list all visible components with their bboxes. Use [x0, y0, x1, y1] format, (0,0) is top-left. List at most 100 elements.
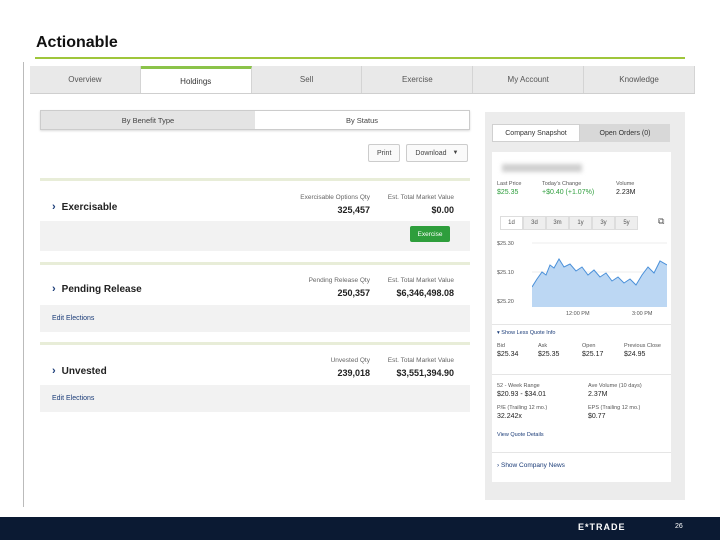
- tab-overview[interactable]: Overview: [30, 66, 141, 93]
- pending-qty: 250,357: [337, 288, 370, 298]
- pending-toggle[interactable]: › Pending Release: [52, 283, 142, 295]
- y-tick-high: $25.30: [497, 241, 514, 247]
- previous-close-label: Previous Close: [624, 343, 661, 349]
- print-button[interactable]: Print: [368, 144, 401, 162]
- ask-label: Ask: [538, 343, 548, 349]
- week-range-label: 52 - Week Range: [497, 383, 540, 389]
- bid-label: Bid: [497, 343, 505, 349]
- previous-close: $24.95: [624, 351, 646, 358]
- last-price: $25.35: [497, 189, 519, 196]
- app-frame: Overview Holdings Sell Exercise My Accou…: [30, 66, 695, 506]
- exercisable-mv: $0.00: [431, 205, 454, 215]
- exercisable-title: Exercisable: [61, 201, 118, 213]
- pending-release-card: › Pending Release Pending Release Qty 250…: [40, 262, 470, 332]
- range-3y[interactable]: 3y: [592, 216, 615, 230]
- download-button[interactable]: Download ▼: [406, 144, 468, 162]
- exercisable-actions: Exercise: [40, 221, 470, 251]
- company-news-label: Show Company News: [500, 462, 565, 469]
- show-company-news-link[interactable]: › Show Company News: [497, 462, 565, 469]
- chevron-right-icon: ›: [52, 365, 56, 377]
- tab-holdings[interactable]: Holdings: [140, 66, 252, 93]
- pending-qty-label: Pending Release Qty: [308, 277, 370, 284]
- range-1y[interactable]: 1y: [569, 216, 592, 230]
- range-selector: 1d 3d 3m 1y 3y 5y: [500, 216, 638, 230]
- slide-title: Actionable: [36, 34, 118, 51]
- pe-label: P/E (Trailing 12 mo.): [497, 405, 548, 411]
- exercisable-qty: 325,457: [337, 205, 370, 215]
- snapshot-sidebar: Company Snapshot Open Orders (0) Last Pr…: [485, 112, 685, 500]
- range-3d[interactable]: 3d: [523, 216, 546, 230]
- snapshot-panel: Last Price $25.35 Today's Change +$0.40 …: [492, 152, 671, 482]
- pe-ratio: 32.242x: [497, 413, 522, 420]
- tab-open-orders[interactable]: Open Orders (0): [580, 124, 670, 142]
- y-tick-low: $25.20: [497, 299, 514, 305]
- unvested-mv-label: Est. Total Market Value: [387, 357, 454, 364]
- open: $25.17: [582, 351, 604, 358]
- range-3m[interactable]: 3m: [546, 216, 569, 230]
- divider: [492, 374, 671, 375]
- week-range: $20.93 - $34.01: [497, 391, 547, 398]
- etrade-logo: E*TRADE: [578, 522, 626, 532]
- exercisable-card: › Exercisable Exercisable Options Qty 325…: [40, 178, 470, 251]
- holdings-panel: By Benefit Type By Status Print Download…: [40, 110, 470, 412]
- page-number: 26: [675, 523, 683, 530]
- tab-company-snapshot[interactable]: Company Snapshot: [492, 124, 580, 142]
- show-less-label: Show Less Quote Info: [501, 330, 556, 336]
- x-tick-3pm: 3:00 PM: [632, 311, 653, 317]
- pending-actions: Edit Elections: [40, 305, 470, 332]
- volume-label: Volume: [616, 181, 635, 187]
- pending-mv: $6,346,498.08: [396, 288, 454, 298]
- range-5y[interactable]: 5y: [615, 216, 638, 230]
- edit-elections-link[interactable]: Edit Elections: [52, 315, 94, 322]
- volume: 2.23M: [616, 189, 636, 196]
- chevron-right-icon: ›: [52, 283, 56, 295]
- exercisable-mv-label: Est. Total Market Value: [387, 194, 454, 201]
- divider: [492, 452, 671, 453]
- tab-exercise[interactable]: Exercise: [362, 66, 474, 93]
- view-toggle: By Benefit Type By Status: [40, 110, 470, 130]
- left-divider: [23, 62, 24, 507]
- bid: $25.34: [497, 351, 519, 358]
- unvested-actions: Edit Elections: [40, 385, 470, 412]
- title-divider: [35, 57, 685, 59]
- unvested-qty: 239,018: [337, 368, 370, 378]
- tab-sell[interactable]: Sell: [252, 66, 363, 93]
- todays-change: +$0.40 (+1.07%): [542, 189, 595, 196]
- top-navigation: Overview Holdings Sell Exercise My Accou…: [30, 66, 695, 94]
- y-tick-mid: $25.10: [497, 270, 514, 276]
- change-label: Today's Change: [542, 181, 582, 187]
- edit-elections-link[interactable]: Edit Elections: [52, 395, 94, 402]
- unvested-card: › Unvested Unvested Qty 239,018 Est. Tota…: [40, 342, 470, 412]
- expand-chart-icon[interactable]: ⧉: [658, 216, 664, 227]
- unvested-title: Unvested: [61, 365, 107, 377]
- tab-my-account[interactable]: My Account: [473, 66, 585, 93]
- exercise-button[interactable]: Exercise: [410, 226, 450, 242]
- unvested-qty-label: Unvested Qty: [330, 357, 370, 364]
- ask: $25.35: [538, 351, 560, 358]
- avg-volume: 2.37M: [588, 391, 608, 398]
- eps: $0.77: [588, 413, 606, 420]
- range-1d[interactable]: 1d: [500, 216, 523, 230]
- divider: [492, 324, 671, 325]
- tab-knowledge[interactable]: Knowledge: [584, 66, 695, 93]
- download-label: Download: [415, 149, 447, 157]
- unvested-mv: $3,551,394.90: [396, 368, 454, 378]
- caret-down-icon: ▼: [452, 150, 459, 156]
- pending-title: Pending Release: [61, 283, 142, 295]
- last-price-label: Last Price: [497, 181, 522, 187]
- unvested-toggle[interactable]: › Unvested: [52, 365, 107, 377]
- x-tick-noon: 12:00 PM: [566, 311, 590, 317]
- avg-volume-label: Ave Volume (10 days): [588, 383, 642, 389]
- show-less-quote-link[interactable]: ▾ Show Less Quote Info: [497, 330, 555, 336]
- exercisable-toggle[interactable]: › Exercisable: [52, 201, 117, 213]
- intraday-price-chart: [532, 242, 667, 307]
- view-quote-details-link[interactable]: View Quote Details: [497, 432, 544, 438]
- chevron-right-icon: ›: [52, 201, 56, 213]
- by-benefit-type-button[interactable]: By Benefit Type: [41, 111, 255, 129]
- open-label: Open: [582, 343, 596, 349]
- exercisable-qty-label: Exercisable Options Qty: [300, 194, 370, 201]
- company-name-redacted: [502, 164, 582, 172]
- by-status-button[interactable]: By Status: [255, 111, 469, 129]
- eps-label: EPS (Trailing 12 mo.): [588, 405, 641, 411]
- pending-mv-label: Est. Total Market Value: [387, 277, 454, 284]
